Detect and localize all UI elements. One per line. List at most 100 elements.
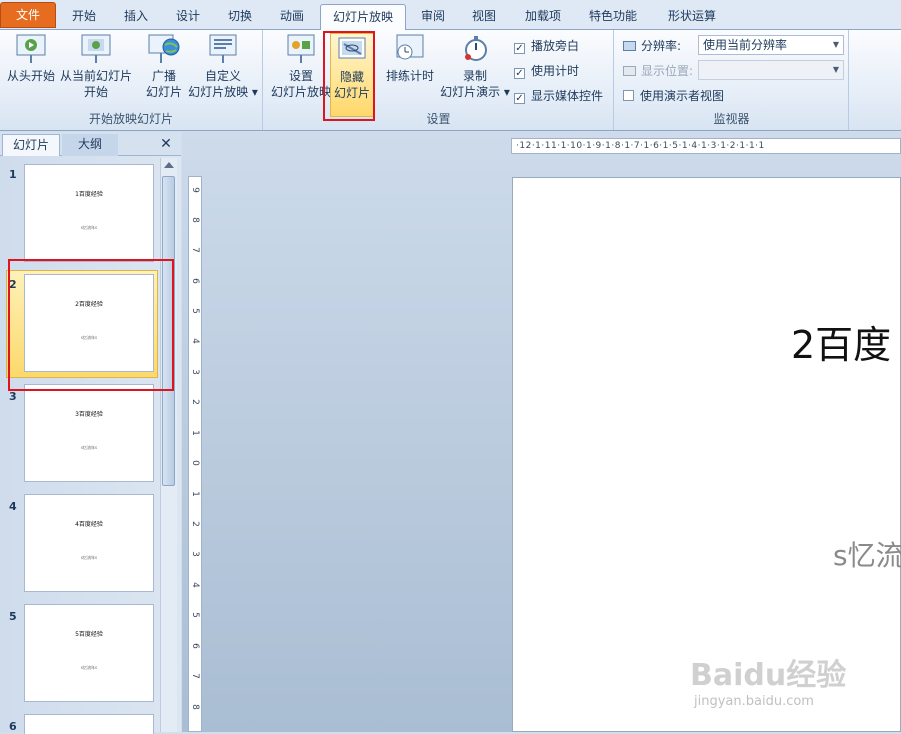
play-narration-checkbox[interactable]: ✓ 播放旁白: [514, 38, 579, 54]
rehearse-timings-label: 排练计时: [385, 69, 434, 83]
rehearse-timings-button[interactable]: 排练计时: [382, 33, 438, 84]
slide-thumbnail[interactable]: 5百度经验 s忆流年s: [24, 604, 154, 702]
presenter-view-label: 使用演示者视图: [640, 89, 725, 103]
slide-subtitle[interactable]: s忆流: [833, 534, 901, 574]
slide-number: 6: [9, 720, 17, 733]
group-start-label: 开始放映幻灯片: [88, 112, 173, 126]
current-slide[interactable]: 2百度 s忆流: [512, 177, 901, 732]
setup-slideshow-icon: [284, 33, 318, 65]
ruler-tick-label: 7: [190, 673, 200, 679]
custom-slideshow-label-1: 自定义: [204, 69, 241, 83]
from-beginning-label: 从头开始: [6, 69, 55, 83]
from-current-label-1: 从当前幻灯片: [59, 69, 132, 83]
chevron-down-icon: ▼: [832, 40, 839, 49]
broadcast-button[interactable]: 广播 幻灯片: [142, 33, 186, 100]
ruler-tick-label: 2: [190, 399, 200, 405]
panel-tabs: 幻灯片 大纲 ✕: [0, 132, 181, 156]
tab-home[interactable]: 开始: [60, 4, 108, 30]
tab-features[interactable]: 特色功能: [578, 4, 648, 30]
slide-number: 3: [9, 390, 17, 403]
tab-slideshow[interactable]: 幻灯片放映: [320, 4, 406, 31]
play-narration-label: 播放旁白: [531, 39, 580, 53]
display-position-row: 显示位置:: [623, 63, 693, 79]
ruler-tick-label: 9: [190, 187, 200, 193]
ruler-tick-label: 8: [190, 217, 200, 223]
thumb-subtitle: s忆流年s: [80, 555, 98, 560]
ruler-tick-label: 1: [190, 430, 200, 436]
projector-play-icon: [14, 33, 48, 65]
custom-slideshow-label-2: 幻灯片放映 ▾: [188, 85, 258, 99]
record-stopwatch-icon: [458, 33, 492, 65]
resolution-value: 使用当前分辨率: [703, 38, 788, 52]
ruler-tick-label: 1: [190, 491, 200, 497]
watermark-url: jingyan.baidu.com: [694, 694, 814, 709]
group-monitors: 分辨率: 使用当前分辨率 ▼ 显示位置: ▼ 使用演示者视图 监视器: [615, 30, 849, 130]
tab-transitions[interactable]: 切换: [216, 4, 264, 30]
chevron-down-icon: ▼: [832, 65, 839, 74]
tab-addins[interactable]: 加载项: [512, 4, 574, 30]
ruler-tick-label: 6: [190, 643, 200, 649]
tab-outline[interactable]: 大纲: [62, 134, 118, 156]
tab-animations[interactable]: 动画: [268, 4, 316, 30]
presenter-view-checkbox[interactable]: 使用演示者视图: [623, 88, 724, 104]
tab-insert[interactable]: 插入: [112, 4, 160, 30]
tab-file[interactable]: 文件: [0, 2, 56, 28]
tab-review[interactable]: 审阅: [410, 4, 456, 30]
rehearse-clock-icon: [393, 33, 427, 65]
ruler-tick-label: 2: [190, 521, 200, 527]
resolution-row: 分辨率:: [623, 38, 681, 54]
thumb-title: 4百度经验: [75, 521, 103, 528]
use-timings-checkbox[interactable]: ✓ 使用计时: [514, 63, 579, 79]
custom-slideshow-button[interactable]: 自定义 幻灯片放映 ▾: [187, 33, 259, 100]
resolution-dropdown[interactable]: 使用当前分辨率 ▼: [698, 35, 844, 55]
ruler-tick-label: 4: [190, 582, 200, 588]
from-beginning-button[interactable]: 从头开始: [4, 33, 58, 84]
highlight-box-selected-slide: [8, 259, 174, 391]
tab-shape-ops[interactable]: 形状运算: [656, 4, 728, 30]
slide-number: 5: [9, 610, 17, 623]
display-monitor-icon: [623, 66, 636, 76]
checkbox-checked-icon: ✓: [514, 93, 525, 104]
ruler-tick-label: 4: [190, 338, 200, 344]
slide-title[interactable]: 2百度: [791, 314, 891, 369]
slide-thumbnail[interactable]: [24, 714, 154, 734]
show-media-controls-checkbox[interactable]: ✓ 显示媒体控件: [514, 88, 603, 104]
ruler-tick-label: 8: [190, 704, 200, 710]
globe-broadcast-icon: [147, 33, 181, 65]
ruler-tick-label: 0: [190, 460, 200, 466]
slide-thumbnail[interactable]: 1百度经验 s忆流年s: [24, 164, 154, 262]
slide-number: 1: [9, 168, 17, 181]
thumb-subtitle: s忆流年s: [80, 665, 98, 670]
thumb-subtitle: s忆流年s: [80, 445, 98, 450]
ruler-tick-label: 3: [190, 551, 200, 557]
tab-design[interactable]: 设计: [164, 4, 212, 30]
tab-slides[interactable]: 幻灯片: [2, 134, 60, 156]
ribbon: 从头开始 从当前幻灯片 开始 广播 幻灯片 自定义 幻灯片放映 ▾ 开始放映幻灯…: [0, 30, 901, 131]
thumb-title: 1百度经验: [75, 191, 103, 198]
watermark-logo: Baidu经验: [690, 658, 847, 693]
from-current-button[interactable]: 从当前幻灯片 开始: [58, 33, 134, 100]
slide-number: 4: [9, 500, 17, 513]
record-slideshow-button[interactable]: 录制 幻灯片演示 ▾: [438, 33, 512, 100]
use-timings-label: 使用计时: [531, 64, 580, 78]
close-icon[interactable]: ✕: [156, 134, 176, 156]
projector-current-icon: [79, 33, 113, 65]
ruler-tick-label: 6: [190, 278, 200, 284]
slide-thumbnail[interactable]: 4百度经验 s忆流年s: [24, 494, 154, 592]
panel-scrollbar[interactable]: [160, 158, 177, 732]
ruler-tick-label: 3: [190, 369, 200, 375]
checkbox-empty-icon: [623, 90, 634, 101]
tab-view[interactable]: 视图: [460, 4, 508, 30]
horizontal-ruler: ·12·1·11·1·10·1·9·1·8·1·7·1·6·1·5·1·4·1·…: [511, 138, 901, 154]
record-slideshow-label-1: 录制: [462, 69, 487, 83]
checkbox-checked-icon: ✓: [514, 43, 525, 54]
monitor-icon: [623, 41, 636, 51]
ribbon-tab-bar: 文件 开始 插入 设计 切换 动画 幻灯片放映 审阅 视图 加载项 特色功能 形…: [0, 0, 901, 31]
display-position-dropdown[interactable]: ▼: [698, 60, 844, 80]
display-position-label: 显示位置:: [641, 64, 694, 78]
scroll-up-arrow-icon[interactable]: [164, 162, 174, 168]
slide-thumbnail[interactable]: 3百度经验 s忆流年s: [24, 384, 154, 482]
custom-show-icon: [206, 33, 240, 65]
from-current-label-2: 开始: [83, 85, 108, 99]
thumb-title: 5百度经验: [75, 631, 103, 638]
